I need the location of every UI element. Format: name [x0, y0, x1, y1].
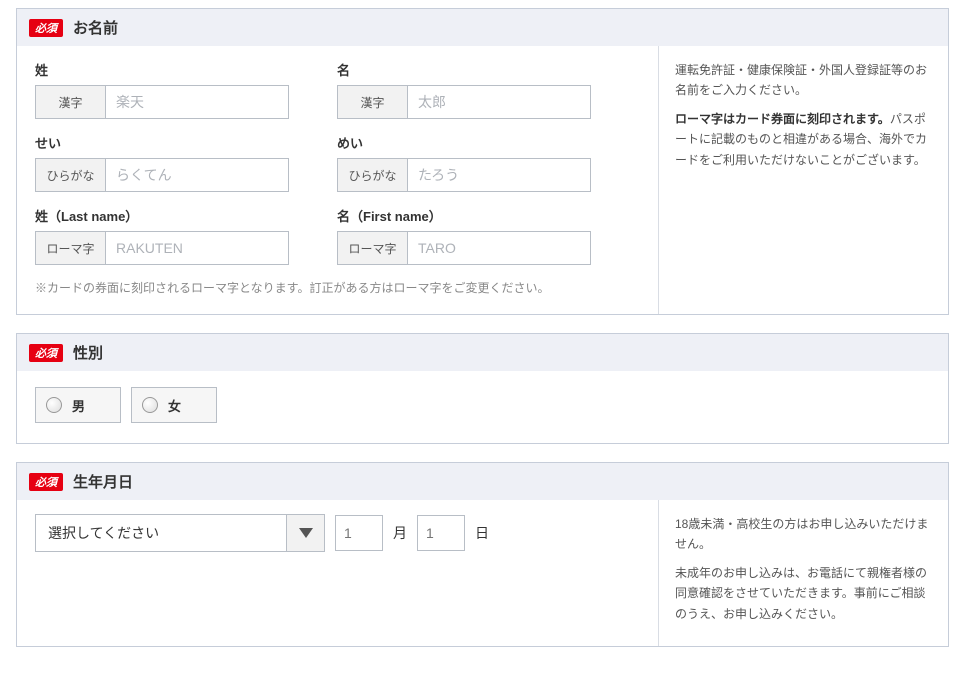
name-title: お名前 — [73, 17, 118, 38]
gender-title: 性別 — [73, 342, 103, 363]
sei-roma-label: 姓（Last name） — [35, 206, 289, 225]
sei-roma-input[interactable] — [106, 232, 288, 264]
sei-label: 姓 — [35, 60, 289, 79]
birth-info: 18歳未満・高校生の方はお申し込みいただけません。 未成年のお申し込みは、お電話… — [658, 500, 948, 646]
sei-roma-group: ローマ字 — [35, 231, 289, 265]
mei-kana-label: めい — [337, 133, 591, 152]
name-header: 必須 お名前 — [17, 9, 948, 46]
gender-header: 必須 性別 — [17, 334, 948, 371]
mei-kanji-group: 漢字 — [337, 85, 591, 119]
sei-kana-label: せい — [35, 133, 289, 152]
birth-title: 生年月日 — [73, 471, 133, 492]
mei-roma-label: 名（First name） — [337, 206, 591, 225]
birth-month-input[interactable] — [335, 515, 383, 551]
sei-kana-prefix: ひらがな — [36, 159, 106, 191]
birth-day-input[interactable] — [417, 515, 465, 551]
gender-male-label: 男 — [72, 396, 85, 415]
birth-section: 必須 生年月日 選択してください 月 日 18歳未満・高校生の方はお申し込みいた… — [16, 462, 949, 647]
mei-kanji-input[interactable] — [408, 86, 590, 118]
mei-kana-input[interactable] — [408, 159, 590, 191]
name-info: 運転免許証・健康保険証・外国人登録証等のお名前をご入力ください。 ローマ字はカー… — [658, 46, 948, 314]
roma-note: ※カードの券面に刻印されるローマ字となります。訂正がある方はローマ字をご変更くだ… — [35, 279, 640, 296]
name-form-area: 姓 漢字 名 漢字 せい — [17, 46, 658, 314]
gender-section: 必須 性別 男 女 — [16, 333, 949, 444]
sei-roma-prefix: ローマ字 — [36, 232, 106, 264]
name-section: 必須 お名前 姓 漢字 名 漢字 — [16, 8, 949, 315]
chevron-down-icon — [286, 515, 324, 551]
gender-female-label: 女 — [168, 396, 181, 415]
birth-header: 必須 生年月日 — [17, 463, 948, 500]
mei-label: 名 — [337, 60, 591, 79]
sei-kana-input[interactable] — [106, 159, 288, 191]
mei-roma-group: ローマ字 — [337, 231, 591, 265]
day-unit: 日 — [475, 523, 489, 543]
birth-info-1: 18歳未満・高校生の方はお申し込みいただけません。 — [675, 514, 932, 555]
required-badge: 必須 — [29, 344, 63, 362]
sei-kana-group: ひらがな — [35, 158, 289, 192]
radio-icon — [46, 397, 62, 413]
birth-year-select[interactable]: 選択してください — [35, 514, 325, 552]
name-info-2: ローマ字はカード券面に刻印されます。パスポートに記載のものと相違がある場合、海外… — [675, 109, 932, 170]
birth-year-placeholder: 選択してください — [48, 523, 159, 543]
mei-kana-prefix: ひらがな — [338, 159, 408, 191]
radio-icon — [142, 397, 158, 413]
birth-info-2: 未成年のお申し込みは、お電話にて親権者様の同意確認をさせていただきます。事前にご… — [675, 563, 932, 624]
gender-male-radio[interactable]: 男 — [35, 387, 121, 423]
mei-roma-prefix: ローマ字 — [338, 232, 408, 264]
month-unit: 月 — [393, 523, 407, 543]
mei-roma-input[interactable] — [408, 232, 590, 264]
mei-kanji-prefix: 漢字 — [338, 86, 408, 118]
name-info-1: 運転免許証・健康保険証・外国人登録証等のお名前をご入力ください。 — [675, 60, 932, 101]
required-badge: 必須 — [29, 19, 63, 37]
required-badge: 必須 — [29, 473, 63, 491]
sei-kanji-group: 漢字 — [35, 85, 289, 119]
gender-female-radio[interactable]: 女 — [131, 387, 217, 423]
sei-kanji-prefix: 漢字 — [36, 86, 106, 118]
mei-kana-group: ひらがな — [337, 158, 591, 192]
sei-kanji-input[interactable] — [106, 86, 288, 118]
